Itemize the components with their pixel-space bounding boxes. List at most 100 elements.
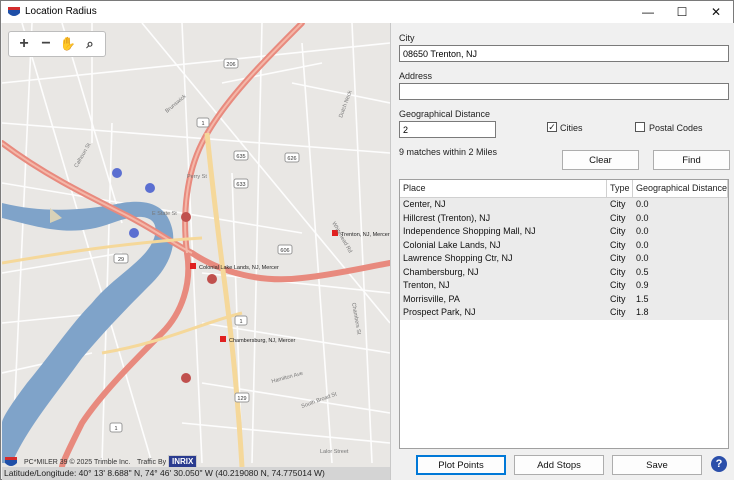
matches-summary: 9 matches within 2 Miles: [399, 147, 498, 157]
fire-station-icon: [181, 212, 191, 222]
city-label: City: [399, 33, 415, 43]
distance-cell: 0.0: [636, 212, 649, 223]
distance-cell: 0.0: [636, 253, 649, 263]
place-cell: Colonial Lake Lands, NJ: [403, 239, 501, 250]
location-radius-panel: City Address Geographical Distance ✓ Cit…: [390, 23, 734, 480]
table-row[interactable]: Trenton, NJ City 0.9: [400, 279, 728, 293]
type-cell: City: [610, 253, 626, 263]
window-title: Location Radius: [25, 6, 97, 17]
route-shield: 1: [201, 121, 204, 127]
place-cell: Independence Shopping Mall, NJ: [403, 226, 536, 236]
address-label: Address: [399, 71, 433, 81]
type-cell: City: [610, 266, 626, 277]
poi-icon: [145, 183, 155, 193]
column-header-distance[interactable]: Geographical Distance: [633, 180, 728, 197]
zoom-box-icon[interactable]: ⌕: [80, 34, 100, 54]
results-header: Place Type Geographical Distance: [400, 180, 728, 198]
table-row[interactable]: Independence Shopping Mall, NJ City 0.0: [400, 225, 728, 239]
pan-hand-icon[interactable]: ✋: [58, 34, 78, 54]
table-row[interactable]: Morrisville, PA City 1.5: [400, 293, 728, 307]
street-label: Calhoun St: [74, 142, 93, 169]
poi-icon: [112, 168, 122, 178]
results-body: Center, NJ City 0.0 Hillcrest (Trenton), NJ…: [400, 198, 728, 320]
marker-label: Chambersburg, NJ, Mercer: [229, 338, 295, 344]
route-shield: 626: [287, 156, 296, 162]
zoom-in-icon[interactable]: +: [14, 34, 34, 54]
distance-input[interactable]: [399, 121, 496, 138]
column-header-type[interactable]: Type: [607, 180, 633, 197]
route-shield: 1: [114, 426, 117, 432]
map-toolbar: + − ✋ ⌕: [8, 31, 106, 57]
type-cell: City: [610, 212, 626, 223]
distance-cell: 0.0: [636, 239, 649, 250]
route-shield: 606: [280, 248, 289, 254]
distance-cell: 0.0: [636, 199, 649, 209]
street-label: Brunswick: [164, 94, 187, 115]
table-row[interactable]: Colonial Lake Lands, NJ City 0.0: [400, 239, 728, 253]
street-label: E State St: [152, 211, 177, 217]
type-cell: City: [610, 239, 626, 250]
type-cell: City: [610, 293, 626, 304]
street-label: Hamilton Ave: [271, 371, 304, 385]
place-cell: Prospect Park, NJ: [403, 307, 476, 317]
plot-points-button[interactable]: Plot Points: [416, 455, 506, 475]
street-label: South Broad St: [301, 391, 339, 410]
place-cell: Chambersburg, NJ: [403, 266, 479, 277]
table-row[interactable]: Lawrence Shopping Ctr, NJ City 0.0: [400, 252, 728, 266]
table-row[interactable]: Chambersburg, NJ City 0.5: [400, 266, 728, 280]
location-marker: [220, 336, 226, 342]
route-shield: 635: [236, 154, 245, 160]
fire-station-icon: [181, 373, 191, 383]
minimize-button[interactable]: —: [631, 1, 665, 23]
distance-cell: 0.5: [636, 266, 649, 277]
traffic-by-text: Traffic By: [137, 459, 167, 466]
cities-checkbox[interactable]: ✓: [547, 122, 557, 132]
table-row[interactable]: Hillcrest (Trenton), NJ City 0.0: [400, 212, 728, 226]
pcmiler-logo-icon: [5, 457, 17, 466]
route-shield: 29: [118, 257, 124, 263]
distance-label: Geographical Distance: [399, 109, 491, 119]
marker-label: Trenton, NJ, Mercer: [341, 232, 390, 238]
postal-codes-label: Postal Codes: [649, 123, 703, 133]
location-marker: [190, 263, 196, 269]
location-radius-window: Location Radius — ☐ ✕ Trenton, NJ, Merce…: [0, 0, 734, 480]
poi-icon: [129, 228, 139, 238]
title-bar: Location Radius — ☐ ✕: [1, 1, 733, 23]
street-label: Dutch Neck: [338, 90, 353, 119]
distance-cell: 0.0: [636, 226, 649, 236]
place-cell: Center, NJ: [403, 199, 446, 209]
zoom-out-icon[interactable]: −: [36, 34, 56, 54]
route-shield: 633: [236, 182, 245, 188]
results-table: Place Type Geographical Distance Center,…: [399, 179, 729, 449]
table-row[interactable]: Prospect Park, NJ City 1.8: [400, 306, 728, 320]
maximize-button[interactable]: ☐: [665, 1, 699, 23]
map-view[interactable]: Trenton, NJ, Mercer Colonial Lake Lands,…: [2, 23, 390, 467]
postal-codes-checkbox[interactable]: [635, 122, 645, 132]
address-input[interactable]: [399, 83, 729, 100]
type-cell: City: [610, 307, 626, 317]
street-label: Perry St: [187, 174, 207, 180]
close-button[interactable]: ✕: [699, 1, 733, 23]
type-cell: City: [610, 280, 626, 290]
cities-label: Cities: [560, 123, 583, 133]
street-label: Chambers St: [350, 302, 362, 335]
save-button[interactable]: Save: [612, 455, 702, 475]
city-input[interactable]: [399, 45, 729, 62]
add-stops-button[interactable]: Add Stops: [514, 455, 604, 475]
clear-button[interactable]: Clear: [562, 150, 639, 170]
route-shield: 129: [237, 396, 246, 402]
type-cell: City: [610, 199, 626, 209]
map-attribution: PC*MILER 39 © 2025 Trimble Inc. Traffic …: [2, 455, 390, 467]
find-button[interactable]: Find: [653, 150, 730, 170]
place-cell: Trenton, NJ: [403, 280, 450, 290]
coordinates-status: Latitude/Longitude: 40° 13' 8.688" N, 74…: [2, 467, 390, 480]
help-icon[interactable]: ?: [711, 456, 727, 472]
map-canvas[interactable]: Trenton, NJ, Mercer Colonial Lake Lands,…: [2, 23, 390, 467]
marker-label: Colonial Lake Lands, NJ, Mercer: [199, 265, 279, 271]
app-icon: [8, 7, 20, 16]
column-header-place[interactable]: Place: [400, 180, 607, 197]
place-cell: Hillcrest (Trenton), NJ: [403, 212, 491, 223]
inrix-logo: INRIX: [168, 455, 198, 467]
distance-cell: 1.8: [636, 307, 649, 317]
table-row[interactable]: Center, NJ City 0.0: [400, 198, 728, 212]
